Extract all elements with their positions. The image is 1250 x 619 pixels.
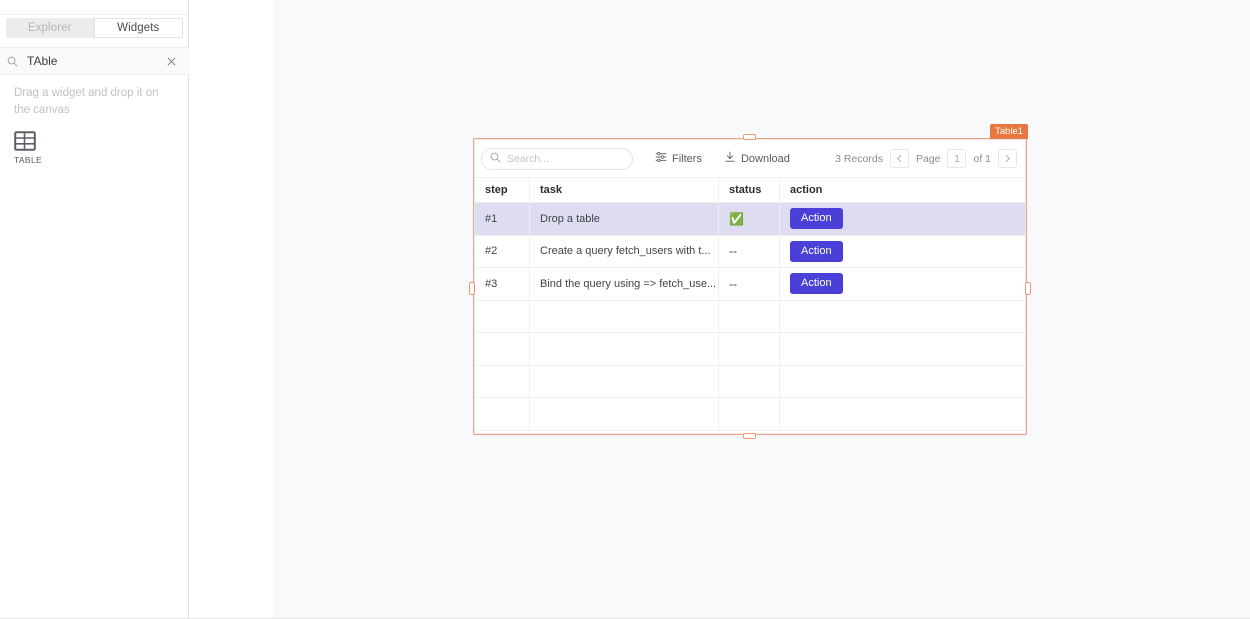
cell-step: #2	[475, 235, 530, 267]
table-search-placeholder: Search...	[507, 152, 550, 165]
cell-empty	[719, 365, 780, 397]
drag-hint-text: Drag a widget and drop it on the canvas	[14, 87, 159, 116]
cell-empty	[475, 365, 530, 397]
widget-search-row[interactable]: TAble	[0, 47, 189, 75]
table-row-empty	[475, 300, 1025, 333]
status-empty: --	[729, 244, 737, 259]
cell-empty	[780, 333, 1025, 365]
cell-empty	[780, 366, 1025, 398]
cell-action: Action	[780, 203, 1025, 235]
cell-step: #3	[475, 268, 530, 300]
filters-button[interactable]: Filters	[655, 151, 702, 166]
resize-handle-top[interactable]	[743, 134, 756, 140]
cell-empty	[530, 300, 719, 332]
app-root: Explorer Widgets TAble Drag a widget and…	[0, 0, 1250, 619]
table-body: #1 Drop a table ✅ Action #2 Create a query fe…	[475, 203, 1025, 431]
table-widget[interactable]: Table1 Search... Filters Download 3 Reco…	[469, 124, 1031, 439]
widget-search-input[interactable]: TAble	[27, 54, 165, 68]
cell-task: Create a query fetch_users with t...	[530, 235, 719, 267]
page-total-label: of 1	[973, 152, 991, 165]
download-button[interactable]: Download	[724, 151, 790, 166]
chevron-right-icon[interactable]	[998, 149, 1017, 168]
table-row-empty	[475, 333, 1025, 366]
tab-widgets-label: Widgets	[117, 22, 160, 34]
tab-explorer[interactable]: Explorer	[6, 18, 94, 38]
table-pagination: 3 Records Page 1 of 1	[835, 149, 1017, 168]
cell-status: ✅	[719, 203, 780, 235]
filters-label: Filters	[672, 152, 702, 165]
table-row-empty	[475, 365, 1025, 398]
sidebar-top-divider	[0, 14, 189, 15]
records-count-label: 3 Records	[835, 152, 883, 165]
sidebar-tabbar: Explorer Widgets	[6, 18, 183, 38]
page-number-input[interactable]: 1	[947, 149, 967, 168]
resize-handle-left[interactable]	[469, 282, 475, 295]
resize-handle-right[interactable]	[1025, 282, 1031, 295]
column-header-status[interactable]: status	[719, 178, 780, 202]
action-button[interactable]: Action	[790, 273, 843, 295]
cell-empty	[780, 301, 1025, 333]
cell-empty	[530, 333, 719, 365]
cell-task: Drop a table	[530, 203, 719, 235]
filter-icon	[655, 151, 667, 166]
table-row[interactable]: #1 Drop a table ✅ Action	[475, 203, 1025, 236]
resize-handle-bottom[interactable]	[743, 433, 756, 439]
download-label: Download	[740, 152, 790, 165]
close-icon[interactable]	[165, 55, 177, 67]
search-icon	[490, 150, 501, 168]
cell-empty	[719, 333, 780, 365]
cell-step: #1	[475, 203, 530, 235]
table-row[interactable]: #3 Bind the query using => fetch_use... --…	[475, 268, 1025, 301]
canvas-gutter	[189, 0, 273, 618]
table-toolbar: Search... Filters Download 3 Records Pag…	[475, 140, 1025, 178]
widget-name-badge[interactable]: Table1	[990, 124, 1028, 139]
cell-empty	[475, 398, 530, 430]
table-header-row: step task status action	[475, 178, 1025, 203]
tab-widgets[interactable]: Widgets	[93, 18, 183, 38]
cell-empty	[475, 333, 530, 365]
widget-card-label: TABLE	[14, 155, 43, 165]
widget-card-table[interactable]: TABLE	[14, 131, 74, 165]
cell-status: --	[719, 235, 780, 267]
cell-action: Action	[780, 236, 1025, 268]
table-row[interactable]: #2 Create a query fetch_users with t... --…	[475, 235, 1025, 268]
cell-empty	[530, 365, 719, 397]
left-sidebar: Explorer Widgets TAble Drag a widget and…	[0, 0, 189, 618]
cell-empty	[530, 398, 719, 430]
cell-empty	[780, 398, 1025, 430]
action-button[interactable]: Action	[790, 208, 843, 230]
status-empty: --	[729, 276, 737, 291]
cell-empty	[719, 398, 780, 430]
table-search-input[interactable]: Search...	[481, 147, 633, 170]
column-header-step[interactable]: step	[475, 178, 530, 202]
cell-empty	[475, 300, 530, 332]
table-card: Search... Filters Download 3 Records Pag…	[474, 139, 1026, 434]
cell-status: --	[719, 268, 780, 300]
column-header-task[interactable]: task	[530, 178, 719, 202]
column-header-action[interactable]: action	[780, 178, 1025, 202]
check-icon: ✅	[729, 211, 744, 226]
cell-empty	[719, 300, 780, 332]
table-row-empty	[475, 398, 1025, 431]
tab-explorer-label: Explorer	[27, 22, 72, 34]
cell-task: Bind the query using => fetch_use...	[530, 268, 719, 300]
download-icon	[724, 151, 736, 166]
table-icon	[14, 131, 36, 151]
cell-action: Action	[780, 268, 1025, 300]
page-label: Page	[915, 152, 941, 165]
search-icon	[5, 54, 19, 68]
action-button[interactable]: Action	[790, 240, 843, 262]
chevron-left-icon[interactable]	[889, 149, 909, 168]
